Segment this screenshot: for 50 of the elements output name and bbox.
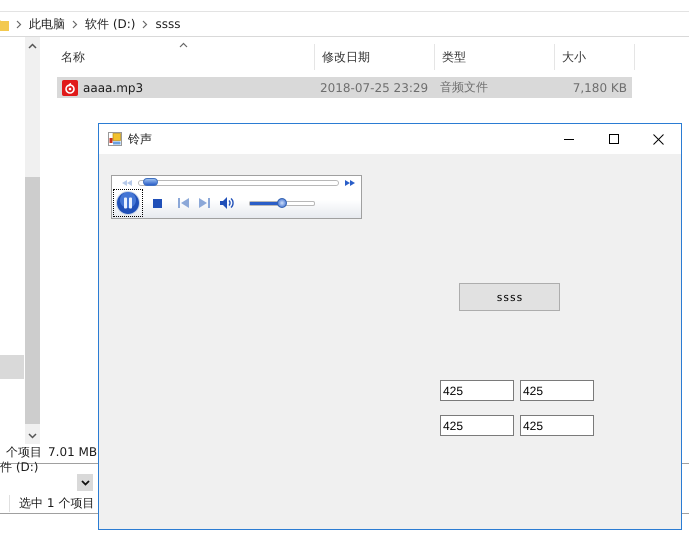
play-pause-button[interactable] <box>113 189 143 218</box>
breadcrumb-item[interactable]: 软件 (D:) <box>85 16 136 32</box>
selection-status: 选中 1 个项目 <box>9 494 94 512</box>
window-title: 铃声 <box>128 130 152 148</box>
file-name: aaaa.mp3 <box>83 80 144 94</box>
breadcrumb-item[interactable]: 此电脑 <box>29 16 65 32</box>
pause-icon <box>116 191 140 216</box>
music-file-icon <box>62 80 78 96</box>
item-count: 个项目 <box>6 444 42 460</box>
volume-slider[interactable] <box>249 200 315 206</box>
scroll-down-icon[interactable] <box>28 432 37 438</box>
number-field[interactable]: 425 <box>520 380 594 401</box>
next-icon <box>199 198 210 208</box>
maximize-icon <box>608 134 618 144</box>
app-icon <box>108 132 122 146</box>
column-header[interactable]: 类型 <box>435 44 555 70</box>
number-field[interactable]: 425 <box>440 415 514 436</box>
scrollbar[interactable] <box>25 37 40 444</box>
chevron-icon <box>72 20 78 28</box>
file-row[interactable]: aaaa.mp3 2018-07-25 23:29 音频文件 7,180 KB <box>57 77 632 98</box>
file-type: 音频文件 <box>439 79 489 96</box>
breadcrumb-item[interactable]: ssss <box>155 17 180 31</box>
number-field[interactable]: 425 <box>440 380 514 401</box>
dropdown-button[interactable] <box>77 474 93 491</box>
number-field[interactable]: 425 <box>520 415 594 436</box>
seek-thumb[interactable] <box>142 178 158 186</box>
volume-thumb[interactable] <box>277 198 287 208</box>
column-header[interactable]: 大小 <box>555 44 635 70</box>
modified-date: 2018-07-25 23:29 <box>319 80 430 96</box>
drive-label: 件 (D:) <box>0 460 40 474</box>
chevron-icon <box>142 20 148 28</box>
scroll-up-icon[interactable] <box>28 42 37 48</box>
file-size: 7,180 KB <box>572 80 628 96</box>
column-header[interactable]: 名称 <box>54 44 315 70</box>
action-button[interactable]: ssss <box>459 283 560 311</box>
close-icon <box>653 134 664 144</box>
seek-bar[interactable] <box>138 180 339 186</box>
total-size: 7.01 MB <box>48 445 98 459</box>
minimize-icon <box>564 138 574 140</box>
fast-forward-icon[interactable] <box>345 180 355 186</box>
chevron-icon <box>16 20 22 28</box>
column-header[interactable]: 修改日期 <box>315 44 435 70</box>
volume-button[interactable] <box>220 197 235 210</box>
chevron-down-icon <box>80 480 90 486</box>
sort-caret-icon <box>179 42 188 48</box>
stop-button[interactable] <box>153 198 162 208</box>
stop-icon <box>153 198 162 208</box>
speaker-icon <box>220 197 235 210</box>
previous-icon <box>178 198 189 208</box>
folder-icon <box>0 17 9 31</box>
